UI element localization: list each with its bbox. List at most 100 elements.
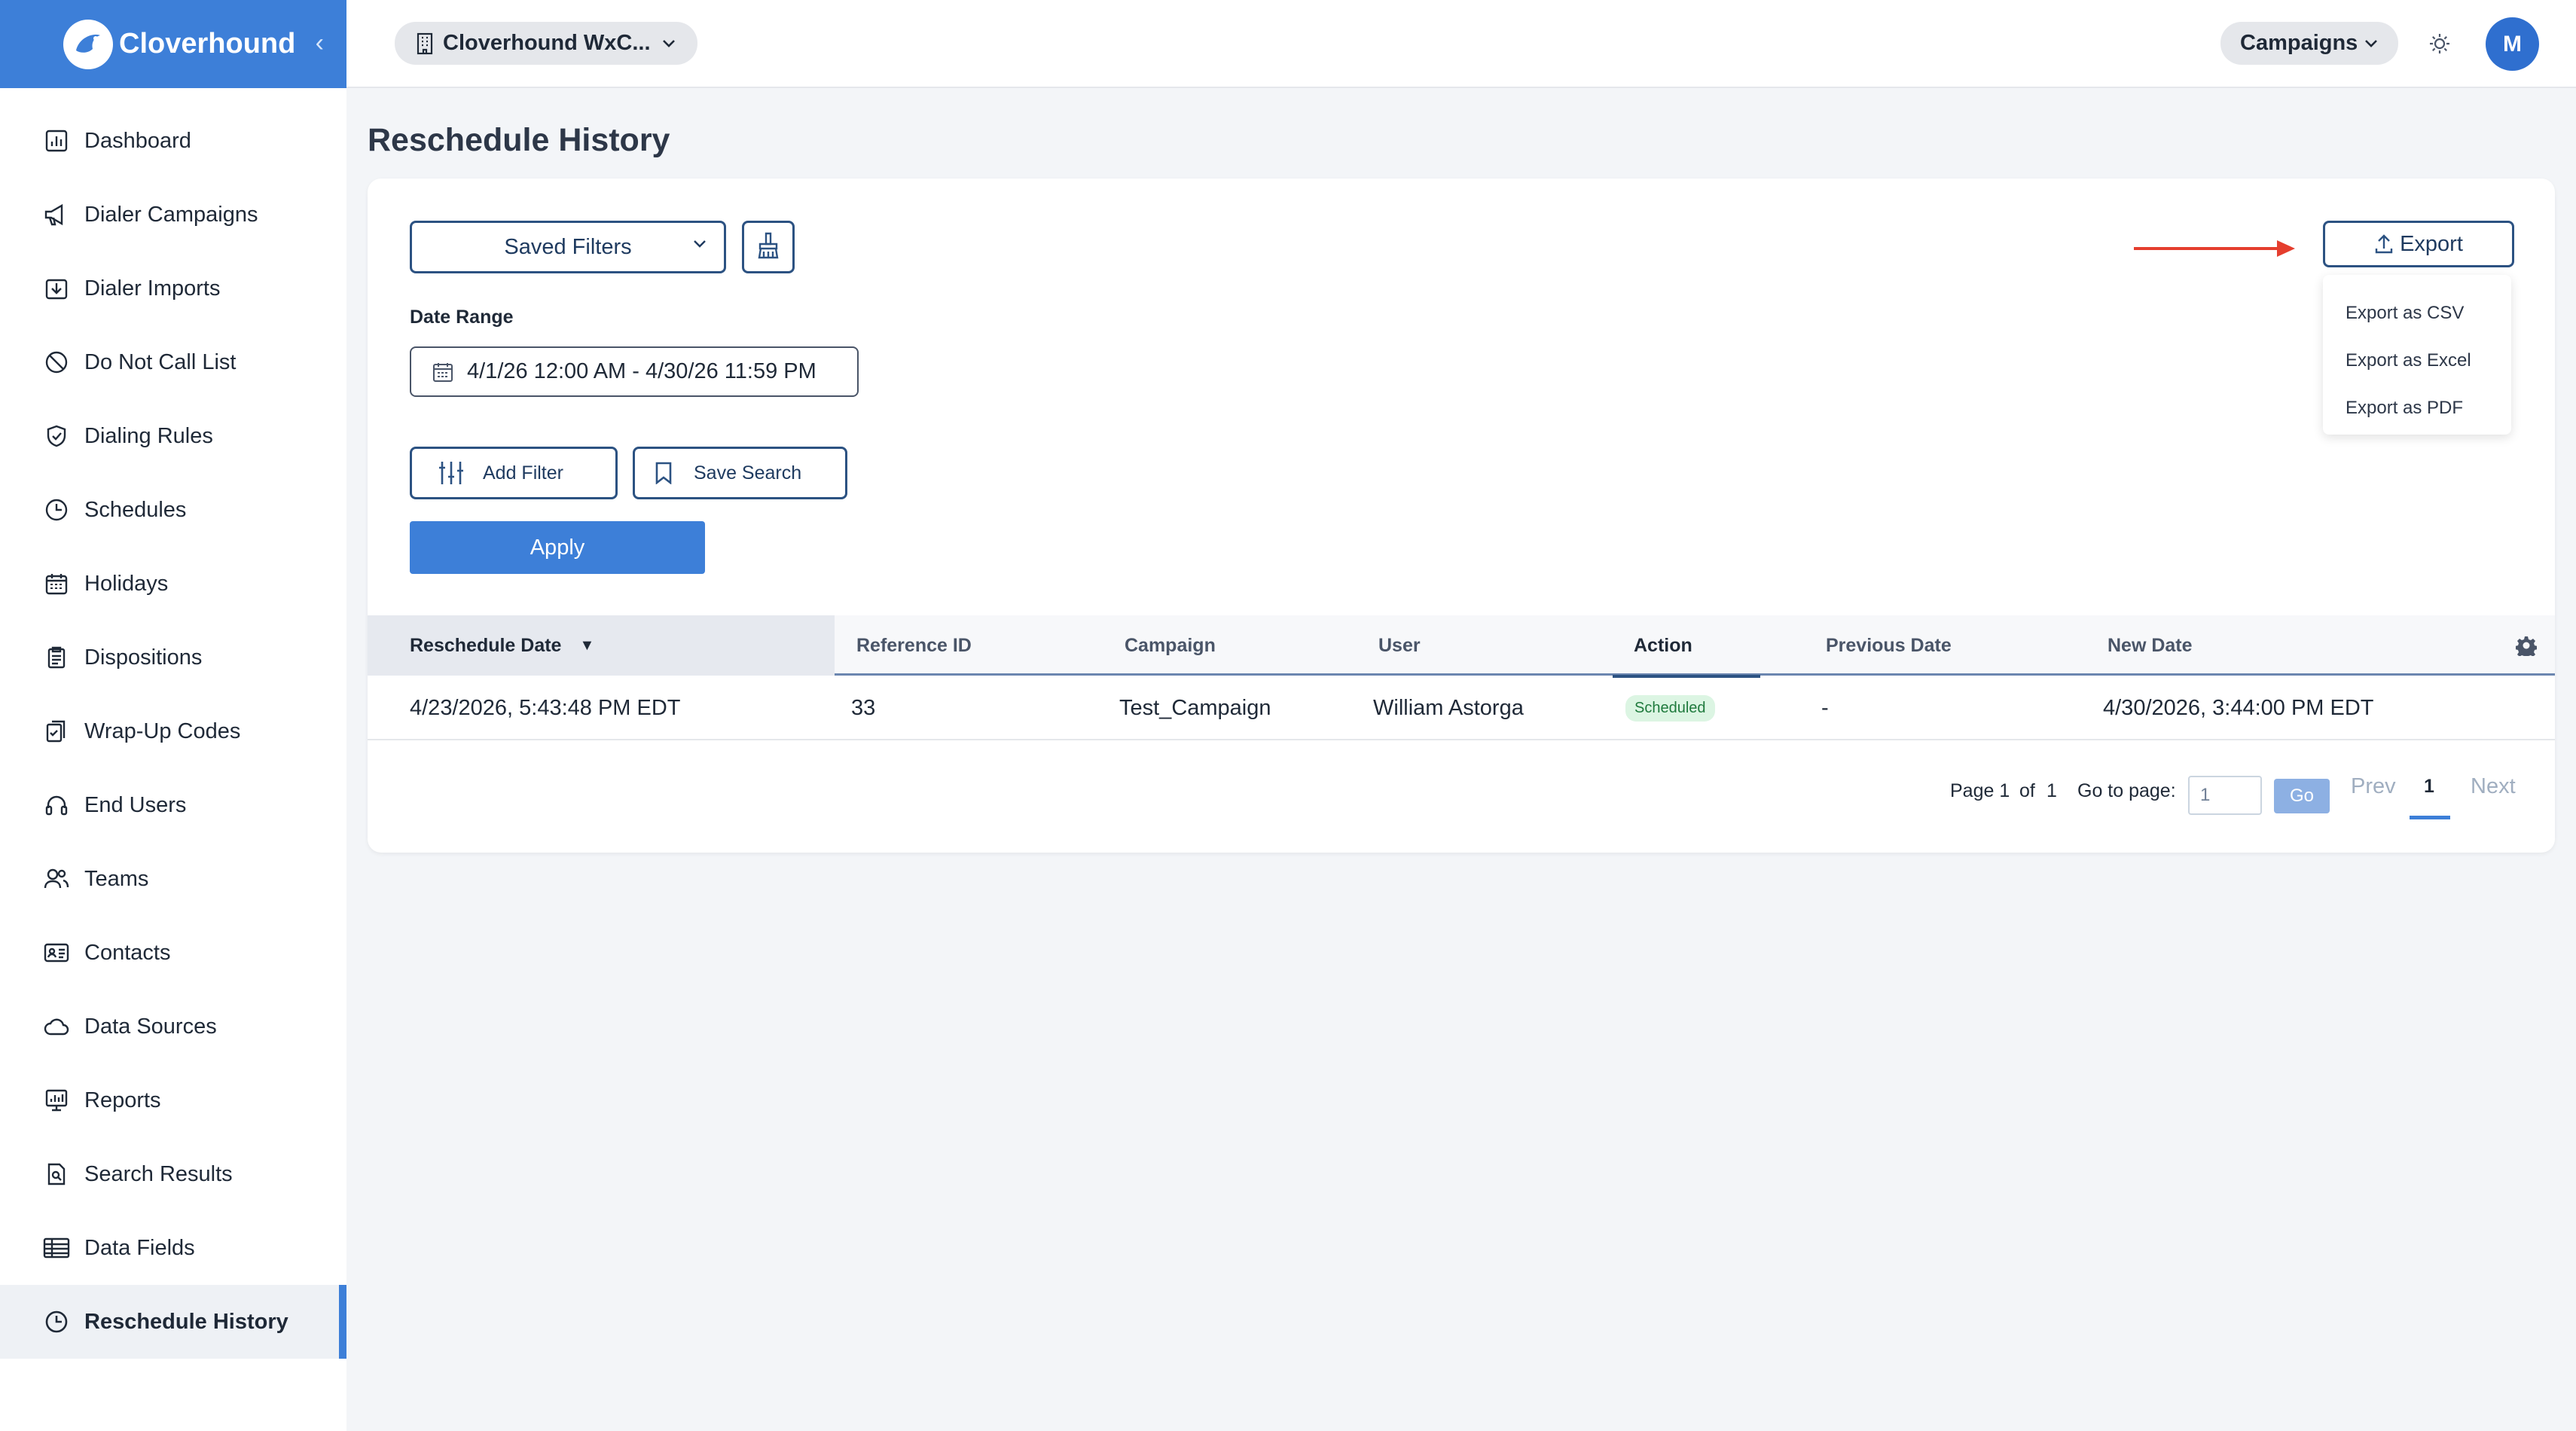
prohibited-icon [41, 346, 72, 378]
cell-new-date: 4/30/2026, 3:44:00 PM EDT [2103, 695, 2374, 720]
chevron-down-icon [2364, 39, 2379, 48]
sidebar-item-teams[interactable]: Teams [0, 842, 346, 916]
status-badge: Scheduled [1625, 694, 1715, 722]
date-range-picker[interactable]: 4/1/26 12:00 AM - 4/30/26 11:59 PM [410, 346, 859, 397]
page-total: 1 [2046, 780, 2057, 801]
sliders-icon [438, 460, 465, 486]
table-icon [41, 1232, 72, 1264]
theme-toggle-sun-icon[interactable] [2423, 27, 2456, 60]
clipboard-check-icon [41, 716, 72, 747]
brand-header: Cloverhound ‹ [0, 0, 346, 88]
save-search-button[interactable]: Save Search [633, 447, 847, 499]
sidebar-item-label: Contacts [84, 940, 171, 965]
column-header-previous-date[interactable]: Previous Date [1826, 615, 1952, 676]
chevron-down-icon [692, 240, 707, 249]
sidebar-item-dispositions[interactable]: Dispositions [0, 621, 346, 694]
sidebar-item-holidays[interactable]: Holidays [0, 547, 346, 621]
export-csv-menu-item[interactable]: Export as CSV [2323, 289, 2511, 337]
sidebar-item-contacts[interactable]: Contacts [0, 916, 346, 990]
column-header-user[interactable]: User [1378, 615, 1421, 676]
export-excel-menu-item[interactable]: Export as Excel [2323, 337, 2511, 384]
column-header-reschedule-date[interactable]: Reschedule Date ▼ [368, 615, 835, 676]
column-header-reference-id[interactable]: Reference ID [856, 615, 972, 676]
dashboard-icon [41, 125, 72, 157]
clock-icon [41, 494, 72, 526]
gear-icon[interactable] [2516, 635, 2537, 656]
megaphone-icon [41, 199, 72, 230]
sidebar-nav: Dashboard Dialer Campaigns Dialer Import… [0, 104, 346, 1359]
cell-campaign: Test_Campaign [1119, 695, 1271, 720]
clock-icon [41, 1306, 72, 1338]
column-header-label: Reschedule Date [410, 634, 562, 656]
current-page-button[interactable]: 1 [2424, 762, 2434, 810]
module-selector[interactable]: Campaigns [2220, 22, 2399, 65]
import-icon [41, 273, 72, 304]
sidebar-item-label: Wrap-Up Codes [84, 719, 241, 743]
clipboard-icon [41, 642, 72, 673]
sidebar-item-do-not-call-list[interactable]: Do Not Call List [0, 325, 346, 399]
cell-reference-id: 33 [851, 695, 876, 720]
sidebar-item-dialing-rules[interactable]: Dialing Rules [0, 399, 346, 473]
filter-and-results-card: Saved Filters Date Range 4/1/26 12:00 AM… [368, 178, 2555, 853]
cell-action: Scheduled [1625, 676, 1715, 740]
column-header-campaign[interactable]: Campaign [1125, 615, 1216, 676]
clear-filters-broom-button[interactable] [742, 221, 795, 273]
sidebar-item-data-fields[interactable]: Data Fields [0, 1211, 346, 1285]
sidebar-item-dialer-campaigns[interactable]: Dialer Campaigns [0, 178, 346, 252]
goto-page-input[interactable]: 1 [2188, 776, 2262, 815]
apply-button[interactable]: Apply [410, 521, 705, 574]
org-selector[interactable]: Cloverhound WxC... [395, 22, 697, 65]
sidebar-item-label: Dialer Campaigns [84, 202, 258, 227]
sidebar-item-label: Data Sources [84, 1014, 217, 1039]
sidebar-item-reports[interactable]: Reports [0, 1063, 346, 1137]
column-header-action[interactable]: Action [1613, 615, 1760, 678]
calendar-icon [432, 362, 453, 383]
saved-filters-label: Saved Filters [504, 234, 632, 259]
sidebar-item-wrap-up-codes[interactable]: Wrap-Up Codes [0, 694, 346, 768]
reschedule-history-table: Reschedule Date ▼ Reference ID Campaign … [368, 615, 2555, 740]
sidebar-item-label: Dispositions [84, 645, 203, 670]
page-title: Reschedule History [368, 122, 670, 158]
prev-page-button[interactable]: Prev [2351, 762, 2396, 810]
go-button[interactable]: Go [2274, 779, 2330, 813]
sidebar-item-label: Schedules [84, 497, 187, 522]
sidebar-item-end-users[interactable]: End Users [0, 768, 346, 842]
sidebar-item-label: Search Results [84, 1161, 233, 1186]
avatar[interactable]: M [2486, 17, 2539, 71]
goto-page-label: Go to page: [2077, 780, 2176, 801]
collapse-sidebar-chevron-icon[interactable]: ‹ [316, 29, 324, 58]
saved-filters-dropdown[interactable]: Saved Filters [410, 221, 726, 273]
table-header: Reschedule Date ▼ Reference ID Campaign … [368, 615, 2555, 678]
date-range-value: 4/1/26 12:00 AM - 4/30/26 11:59 PM [467, 359, 816, 383]
sidebar-item-dialer-imports[interactable]: Dialer Imports [0, 252, 346, 325]
export-button[interactable]: Export [2323, 221, 2514, 267]
save-search-label: Save Search [694, 462, 802, 484]
report-icon [41, 1085, 72, 1116]
sidebar-item-label: Dialer Imports [84, 276, 221, 301]
add-filter-button[interactable]: Add Filter [410, 447, 618, 499]
sidebar-item-label: Reports [84, 1088, 161, 1112]
sidebar-item-label: Reschedule History [84, 1309, 288, 1334]
column-header-new-date[interactable]: New Date [2107, 615, 2193, 676]
contact-card-icon [41, 937, 72, 969]
page-indicator: Page 1 [1950, 780, 2010, 801]
sidebar-item-label: Teams [84, 866, 149, 891]
users-icon [41, 863, 72, 895]
chevron-down-icon [661, 39, 676, 48]
cell-user: William Astorga [1373, 695, 1524, 720]
sidebar-item-search-results[interactable]: Search Results [0, 1137, 346, 1211]
sidebar-item-label: End Users [84, 792, 187, 817]
next-page-button[interactable]: Next [2471, 762, 2516, 810]
export-menu: Export as CSV Export as Excel Export as … [2323, 275, 2511, 435]
sidebar-item-dashboard[interactable]: Dashboard [0, 104, 346, 178]
upload-icon [2374, 233, 2394, 255]
headset-icon [41, 789, 72, 821]
date-range-label: Date Range [410, 307, 514, 328]
export-pdf-menu-item[interactable]: Export as PDF [2323, 384, 2511, 432]
sidebar-item-schedules[interactable]: Schedules [0, 473, 346, 547]
pagination: Page 1 of 1 Go to page: 1 Go Prev 1 Next [368, 767, 2555, 815]
table-row[interactable]: 4/23/2026, 5:43:48 PM EDT 33 Test_Campai… [368, 676, 2555, 740]
sidebar-item-reschedule-history[interactable]: Reschedule History [0, 1285, 346, 1359]
sidebar-item-data-sources[interactable]: Data Sources [0, 990, 346, 1063]
cloverhound-logo-icon [63, 19, 113, 69]
